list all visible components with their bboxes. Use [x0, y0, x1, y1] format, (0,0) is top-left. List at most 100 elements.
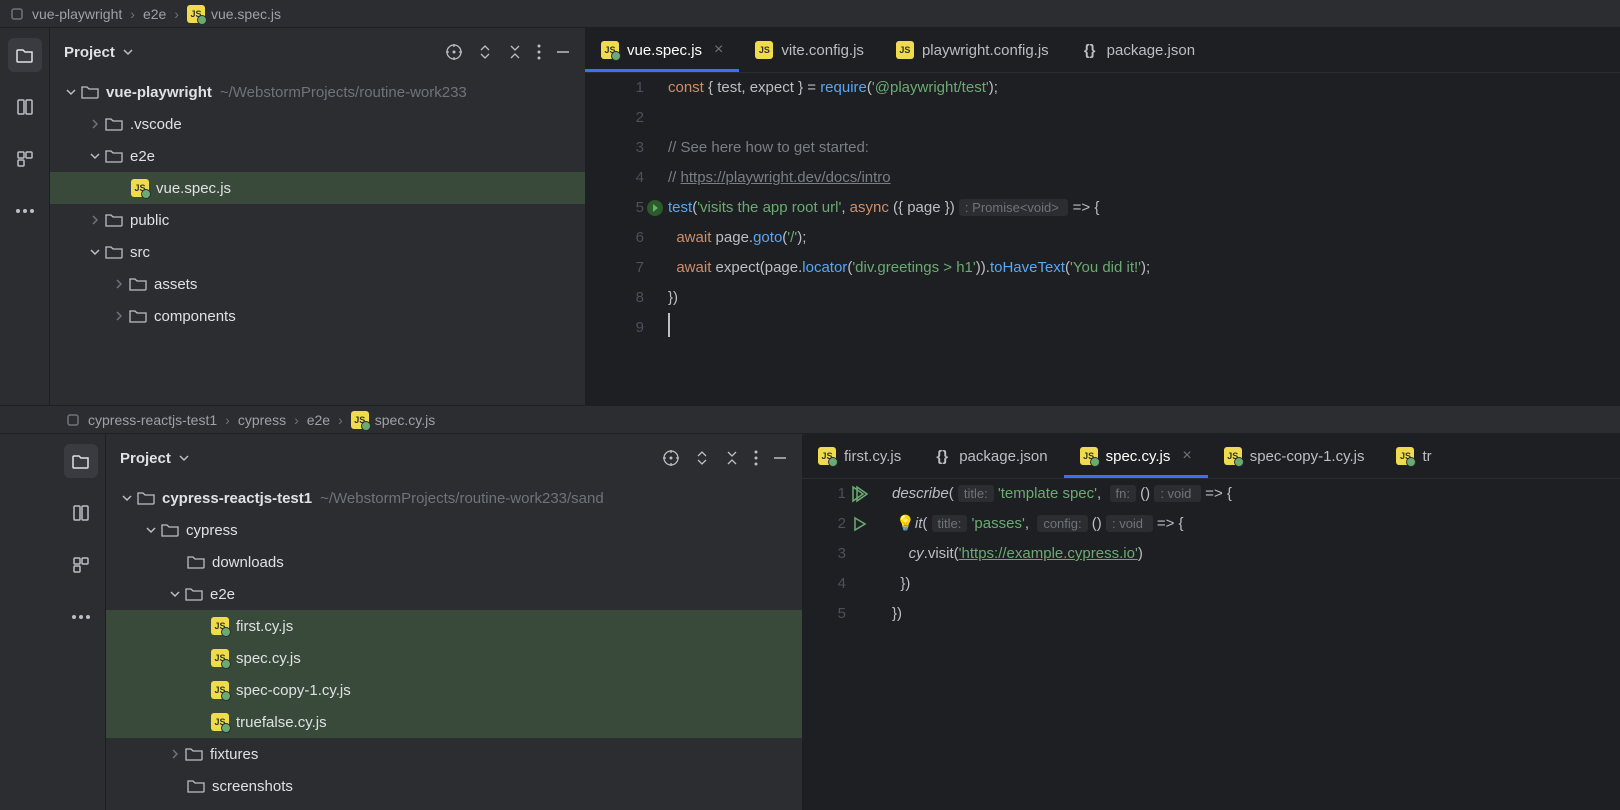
tree-item[interactable]: JSvue.spec.js	[50, 172, 585, 204]
json-file-icon: {}	[1081, 41, 1099, 59]
structure-tool-button[interactable]	[8, 90, 42, 124]
chevron-down-icon	[121, 45, 135, 59]
line-gutter: 12345	[802, 479, 862, 810]
tree-item[interactable]: cypress	[106, 514, 802, 546]
target-icon[interactable]	[445, 43, 463, 61]
line-gutter: 123456789	[585, 73, 660, 405]
kebab-icon[interactable]	[754, 450, 758, 466]
extensions-tool-button[interactable]	[64, 548, 98, 582]
breadcrumb-part[interactable]: vue-playwright	[32, 6, 122, 22]
tree-item[interactable]: screenshots	[106, 770, 802, 802]
more-tool-button[interactable]	[8, 194, 42, 228]
file-tree: cypress-reactjs-test1~/WebstormProjects/…	[106, 482, 802, 810]
chevron-down-icon	[177, 451, 191, 465]
tab-truefalse[interactable]: JStr	[1380, 434, 1447, 478]
js-test-file-icon: JS	[211, 713, 229, 731]
js-file-icon: JS	[755, 41, 773, 59]
tree-item[interactable]: JSfirst.cy.js	[106, 610, 802, 642]
folder-icon	[184, 744, 204, 764]
tree-item[interactable]: assets	[50, 268, 585, 300]
extensions-tool-button[interactable]	[8, 142, 42, 176]
project-tool-button[interactable]	[64, 444, 98, 478]
breadcrumb-part[interactable]: e2e	[143, 6, 166, 22]
tab-package-json[interactable]: {}package.json	[917, 434, 1063, 478]
tab-vite-config[interactable]: JSvite.config.js	[739, 28, 880, 72]
js-test-file-icon: JS	[818, 447, 836, 465]
tree-item[interactable]: public	[50, 204, 585, 236]
tree-item[interactable]: fixtures	[106, 738, 802, 770]
breadcrumb-part[interactable]: e2e	[307, 412, 330, 428]
run-test-icon[interactable]	[646, 199, 664, 217]
js-test-file-icon: JS	[601, 41, 619, 59]
more-tool-button[interactable]	[64, 600, 98, 634]
tree-item[interactable]: .vscode	[50, 108, 585, 140]
js-test-file-icon: JS	[211, 681, 229, 699]
tree-item[interactable]: e2e	[106, 578, 802, 610]
tab-spec-cy[interactable]: JSspec.cy.js×	[1064, 434, 1208, 478]
tab-playwright-config[interactable]: JSplaywright.config.js	[880, 28, 1065, 72]
folder-icon	[184, 584, 204, 604]
folder-icon	[80, 82, 100, 102]
project-sidebar: Project vue-playwright ~/WebstormProject…	[50, 28, 585, 405]
code-editor: JSvue.spec.js× JSvite.config.js JSplaywr…	[585, 28, 1620, 405]
code-content[interactable]: describe( title: 'template spec', fn: ()…	[862, 479, 1620, 810]
breadcrumb: cypress-reactjs-test1› cypress› e2e› JS …	[0, 406, 1620, 434]
js-test-file-icon: JS	[1080, 447, 1098, 465]
breadcrumb-part[interactable]: cypress-reactjs-test1	[88, 412, 217, 428]
editor-tabs: JSvue.spec.js× JSvite.config.js JSplaywr…	[585, 28, 1620, 73]
project-title[interactable]: Project	[64, 44, 135, 61]
expand-icon[interactable]	[477, 44, 493, 60]
run-test-icon[interactable]	[850, 485, 868, 503]
folder-icon	[104, 146, 124, 166]
folder-icon	[186, 552, 206, 572]
collapse-icon[interactable]	[724, 450, 740, 466]
project-title[interactable]: Project	[120, 450, 191, 467]
tree-item[interactable]: JSspec.cy.js	[106, 642, 802, 674]
tree-item[interactable]: JStruefalse.cy.js	[106, 706, 802, 738]
tab-first-cy[interactable]: JSfirst.cy.js	[802, 434, 917, 478]
js-test-file-icon: JS	[1224, 447, 1242, 465]
structure-tool-button[interactable]	[64, 496, 98, 530]
close-icon[interactable]: ×	[1182, 447, 1191, 465]
target-icon[interactable]	[662, 449, 680, 467]
run-test-icon[interactable]	[850, 515, 868, 533]
project-sidebar: Project cypress-reactjs-test1~/WebstormP…	[106, 434, 802, 810]
js-file-icon: JS	[187, 5, 205, 23]
tree-item[interactable]: src	[50, 236, 585, 268]
tree-root[interactable]: vue-playwright ~/WebstormProjects/routin…	[50, 76, 585, 108]
code-content[interactable]: const { test, expect } = require('@playw…	[660, 73, 1620, 405]
folder-icon	[128, 306, 148, 326]
js-test-file-icon: JS	[1396, 447, 1414, 465]
breadcrumb-part[interactable]: vue.spec.js	[211, 6, 281, 22]
kebab-icon[interactable]	[537, 44, 541, 60]
folder-icon	[104, 210, 124, 230]
tree-item[interactable]: e2e	[50, 140, 585, 172]
tab-vue-spec[interactable]: JSvue.spec.js×	[585, 28, 739, 72]
tree-root[interactable]: cypress-reactjs-test1~/WebstormProjects/…	[106, 482, 802, 514]
breadcrumb-part[interactable]: spec.cy.js	[375, 412, 435, 428]
folder-icon	[186, 776, 206, 796]
collapse-icon[interactable]	[507, 44, 523, 60]
js-test-file-icon: JS	[211, 617, 229, 635]
expand-icon[interactable]	[694, 450, 710, 466]
breadcrumb-part[interactable]: cypress	[238, 412, 286, 428]
editor-tabs: JSfirst.cy.js {}package.json JSspec.cy.j…	[802, 434, 1620, 479]
tab-spec-copy[interactable]: JSspec-copy-1.cy.js	[1208, 434, 1381, 478]
tree-item[interactable]: JSspec-copy-1.cy.js	[106, 674, 802, 706]
js-test-file-icon: JS	[211, 649, 229, 667]
tool-window-bar	[0, 28, 50, 405]
project-tool-button[interactable]	[8, 38, 42, 72]
close-icon[interactable]: ×	[714, 41, 723, 59]
js-file-icon: JS	[351, 411, 369, 429]
tool-window-bar	[56, 434, 106, 810]
minimize-icon[interactable]	[772, 450, 788, 466]
breadcrumb: vue-playwright › e2e › JS vue.spec.js	[0, 0, 1620, 28]
js-test-file-icon: JS	[131, 179, 149, 197]
minimize-icon[interactable]	[555, 44, 571, 60]
tree-item[interactable]: downloads	[106, 546, 802, 578]
tree-item[interactable]: components	[50, 300, 585, 332]
tab-package-json[interactable]: {}package.json	[1065, 28, 1211, 72]
json-file-icon: {}	[933, 447, 951, 465]
file-tree: vue-playwright ~/WebstormProjects/routin…	[50, 76, 585, 405]
folder-icon	[104, 242, 124, 262]
